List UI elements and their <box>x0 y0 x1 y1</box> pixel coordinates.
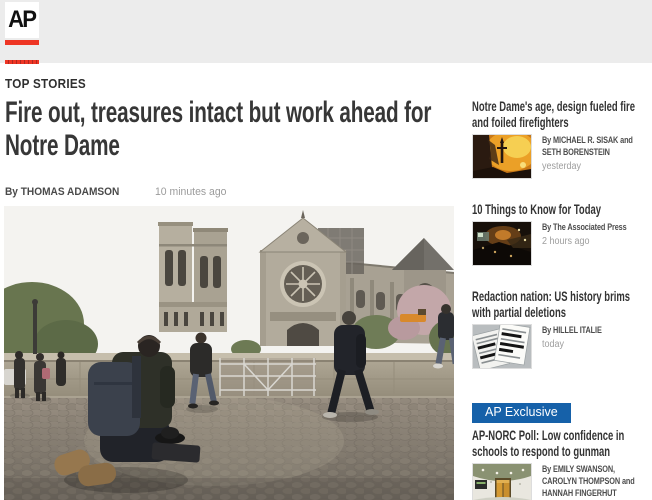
story-thumbnail-school-doors[interactable] <box>472 463 532 500</box>
section-label: TOP STORIES <box>5 76 86 91</box>
sidebar-story-4: AP Exclusive AP-NORC Poll: Low confidenc… <box>472 403 648 500</box>
story-thumbnail-night-fire[interactable] <box>472 221 532 266</box>
story-title[interactable]: Notre Dame's age, design fueled fire and… <box>472 98 648 130</box>
story-time: today <box>542 339 637 350</box>
main-headline[interactable]: Fire out, treasures intact but work ahea… <box>5 96 460 162</box>
ap-news-page: AP TOP STORIES Fire out, treasures intac… <box>0 0 652 500</box>
ap-logo-red-bar <box>5 40 39 45</box>
sidebar-story-3: Redaction nation: US history brims with … <box>472 288 648 369</box>
story-byline: By The Associated Press <box>542 221 646 233</box>
story-byline: By EMILY SWANSON, CAROLYN THOMPSON and H… <box>542 463 646 499</box>
sidebar-story-1: Notre Dame's age, design fueled fire and… <box>472 98 648 179</box>
story-meta: By MICHAEL R. SISAK and SETH BORENSTEIN … <box>472 134 648 179</box>
ap-exclusive-badge: AP Exclusive <box>472 403 571 423</box>
site-header: AP <box>0 0 652 63</box>
main-byline: By THOMAS ADAMSON <box>5 186 119 198</box>
story-title[interactable]: Redaction nation: US history brims with … <box>472 288 648 320</box>
story-meta: By HILLEL ITALIE today <box>472 324 648 369</box>
ap-logo-text: AP <box>9 6 36 34</box>
story-byline: By MICHAEL R. SISAK and SETH BORENSTEIN <box>542 134 646 158</box>
story-time: 2 hours ago <box>542 236 637 247</box>
story-meta: By EMILY SWANSON, CAROLYN THOMPSON and H… <box>472 463 648 500</box>
main-story-photo[interactable] <box>4 206 454 500</box>
notre-dame-photo-illustration <box>4 206 454 500</box>
story-thumbnail-fire-spire[interactable] <box>472 134 532 179</box>
story-time: yesterday <box>542 161 637 172</box>
story-title[interactable]: 10 Things to Know for Today <box>472 201 648 217</box>
sidebar-story-2: 10 Things to Know for Today <box>472 201 648 266</box>
story-byline: By HILLEL ITALIE <box>542 324 646 336</box>
story-title[interactable]: AP-NORC Poll: Low confidence in schools … <box>472 427 648 459</box>
ap-logo-box: AP <box>5 2 39 38</box>
red-dashed-divider <box>5 60 39 64</box>
story-thumbnail-redacted-documents[interactable] <box>472 324 532 369</box>
main-timestamp: 10 minutes ago <box>155 186 226 198</box>
sidebar-top-stories: Notre Dame's age, design fueled fire and… <box>472 98 648 500</box>
story-meta: By The Associated Press 2 hours ago <box>472 221 648 266</box>
main-byline-row: By THOMAS ADAMSON 10 minutes ago <box>5 186 230 198</box>
ap-logo[interactable]: AP <box>5 2 39 45</box>
